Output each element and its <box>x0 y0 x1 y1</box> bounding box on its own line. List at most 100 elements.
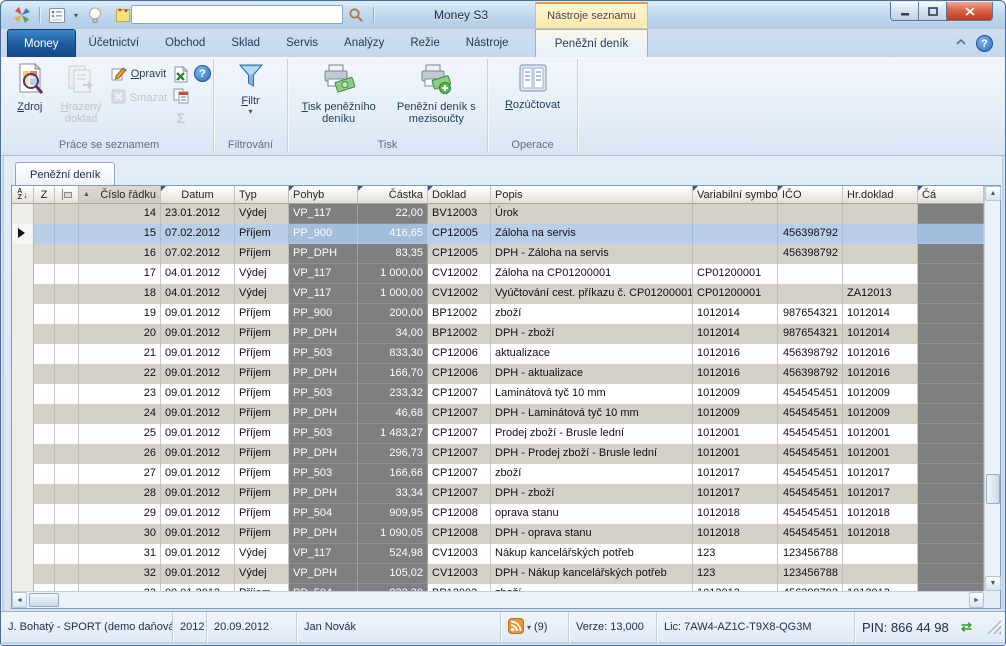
cell-sel <box>12 344 34 364</box>
tab-sklad[interactable]: Sklad <box>218 29 273 57</box>
tab-money[interactable]: Money <box>7 29 76 57</box>
cell-vs: 123 <box>693 544 778 564</box>
tab-analyzy[interactable]: Analýzy <box>331 29 397 57</box>
journal-row-22[interactable]: 22 09.01.2012 Příjem PP_DPH 166,70 CP12006 DPH… <box>12 364 984 384</box>
lightbulb-icon[interactable] <box>84 5 106 25</box>
journal-row-24[interactable]: 24 09.01.2012 Příjem PP_DPH 46,68 CP12007 DPH … <box>12 404 984 424</box>
journal-row-20[interactable]: 20 09.01.2012 Příjem PP_DPH 34,00 BP12002 DPH … <box>12 324 984 344</box>
tab-servis[interactable]: Servis <box>273 29 331 57</box>
list-settings-dropdown-icon[interactable]: ▾ <box>74 11 78 20</box>
minimize-button[interactable] <box>890 2 919 21</box>
cell-sel <box>12 564 34 584</box>
column-header-popis[interactable]: Popis <box>491 186 693 204</box>
search-icon[interactable] <box>348 7 364 26</box>
cell-sel <box>12 224 34 244</box>
column-header-hrdoklad[interactable]: Hr.doklad <box>843 186 918 204</box>
maximize-button[interactable] <box>919 2 947 21</box>
copy-special-button[interactable] <box>172 87 190 105</box>
zdroj-button[interactable]: Zdroj <box>5 61 55 137</box>
journal-row-33[interactable]: 3309.01.2012PříjemPP_504833,30BP12003zbo… <box>12 584 984 591</box>
close-button[interactable] <box>947 2 993 21</box>
journal-row-23[interactable]: 23 09.01.2012 Příjem PP_503 233,32 CP12007 Lam… <box>12 384 984 404</box>
opravit-label: Opravit <box>130 68 167 80</box>
tab-rezie[interactable]: Režie <box>397 29 452 57</box>
cell-castka: 46,68 <box>358 404 428 424</box>
column-header-ico[interactable]: IČO <box>778 186 843 204</box>
column-header-doklad[interactable]: Doklad <box>428 186 491 204</box>
cell-z <box>34 364 55 384</box>
rss-dropdown-icon[interactable]: ▾ <box>527 623 531 632</box>
journal-row-32[interactable]: 32 09.01.2012 Výdej VP_DPH 105,02 CV12003 DPH … <box>12 564 984 584</box>
journal-row-14[interactable]: 14 23.01.2012 Výdej VP_117 22,00 BV12003 Úrok <box>12 204 984 224</box>
column-header-ca[interactable]: Čá <box>918 186 984 204</box>
column-header-castka[interactable]: Částka <box>358 186 428 204</box>
status-date[interactable]: 20.09.2012 <box>207 611 297 643</box>
column-header-vs[interactable]: Variabilní symbol <box>693 186 778 204</box>
cell-ca <box>918 484 984 504</box>
opravit-button[interactable]: Opravit <box>108 65 170 83</box>
cell-doklad: CV12002 <box>428 284 491 304</box>
sync-icon[interactable]: ⇄ <box>959 612 985 643</box>
vertical-scroll-thumb[interactable] <box>986 474 1000 504</box>
tab-penezni-denik[interactable]: Peněžní deník <box>535 29 648 57</box>
tab-nastroje[interactable]: Nástroje <box>453 29 522 57</box>
ribbon-help-button[interactable]: ? <box>194 65 211 82</box>
list-tab-penezni-denik[interactable]: Peněžní deník <box>15 162 116 186</box>
journal-row-18[interactable]: 18 04.01.2012 Výdej VP_117 1 000,00 CV12002 Vy… <box>12 284 984 304</box>
hrazeny-doklad-button[interactable]: Hrazený doklad <box>55 61 108 137</box>
horizontal-scroll-thumb[interactable] <box>29 593 59 607</box>
resize-grip[interactable] <box>987 620 1001 634</box>
column-header-datum[interactable]: Datum <box>161 186 235 204</box>
tab-ucetnictvi[interactable]: Účetnictví <box>76 29 153 57</box>
current-row-indicator-icon <box>18 228 25 238</box>
journal-row-28[interactable]: 28 09.01.2012 Příjem PP_DPH 33,34 CP12007 DPH … <box>12 484 984 504</box>
status-agenda[interactable]: J. Bohatý - SPORT (demo daňová evid <box>1 611 173 643</box>
denik-mezisoucty-button[interactable]: Peněžní deník s mezisoučty <box>389 61 483 137</box>
column-label-popis: Popis <box>495 188 523 201</box>
scroll-right-icon[interactable]: ► <box>969 592 984 608</box>
journal-row-19[interactable]: 19 09.01.2012 Příjem PP_900 200,00 BP12002 zbo… <box>12 304 984 324</box>
journal-row-15[interactable]: 15 07.02.2012 Příjem PP_900 416,65 CP12005 Zál… <box>12 224 984 244</box>
money-logo-icon[interactable] <box>11 5 33 25</box>
smazat-button[interactable]: Smazat <box>108 89 170 107</box>
journal-row-26[interactable]: 26 09.01.2012 Příjem PP_DPH 296,73 CP12007 DPH… <box>12 444 984 464</box>
journal-row-27[interactable]: 27 09.01.2012 Příjem PP_503 166,66 CP12007 zbo… <box>12 464 984 484</box>
status-user[interactable]: Jan Novák <box>297 611 501 643</box>
column-header-num[interactable]: ▲ Číslo řádku <box>79 186 161 204</box>
journal-row-16[interactable]: 16 07.02.2012 Příjem PP_DPH 83,35 CP12005 DPH … <box>12 244 984 264</box>
journal-row-31[interactable]: 31 09.01.2012 Výdej VP_117 524,98 CV12003 Náku… <box>12 544 984 564</box>
scroll-left-icon[interactable]: ◄ <box>12 592 27 608</box>
tab-strip: Money Účetnictví Obchod Sklad Servis Analýzy R… <box>7 29 522 57</box>
cell-doklad: BV12003 <box>428 204 491 224</box>
vertical-scrollbar[interactable]: ▲ ▼ <box>984 186 1001 591</box>
ribbon: Zdroj Hrazený doklad Opravit Smazat Σ ? … <box>1 57 1005 156</box>
tab-obchod[interactable]: Obchod <box>152 29 218 57</box>
sum-button[interactable]: Σ <box>172 109 190 127</box>
journal-row-30[interactable]: 30 09.01.2012 Příjem PP_DPH 1 090,05 CP12008 D… <box>12 524 984 544</box>
search-input[interactable] <box>131 5 343 24</box>
filtr-button[interactable]: Filtr ▾ <box>221 61 281 137</box>
journal-row-29[interactable]: 29 09.01.2012 Příjem PP_504 909,95 CP12008 opr… <box>12 504 984 524</box>
column-header-pohyb[interactable]: Pohyb <box>289 186 358 204</box>
list-settings-icon[interactable] <box>46 5 68 25</box>
journal-row-17[interactable]: 17 04.01.2012 Výdej VP_117 1 000,00 CV12002 Zá… <box>12 264 984 284</box>
scroll-up-icon[interactable]: ▲ <box>985 186 1001 201</box>
horizontal-scrollbar[interactable]: ◄ ► <box>12 591 984 608</box>
column-header-typ[interactable]: Typ <box>235 186 289 204</box>
tisk-penezniho-deniku-button[interactable]: Tisk peněžního deníku <box>292 61 386 137</box>
journal-row-21[interactable]: 21 09.01.2012 Příjem PP_503 833,30 CP12006 akt… <box>12 344 984 364</box>
column-header-flag[interactable] <box>55 186 79 204</box>
column-header-z[interactable]: Z <box>34 186 55 204</box>
split-columns-icon <box>518 63 548 96</box>
journal-row-25[interactable]: 25 09.01.2012 Příjem PP_503 1 483,27 CP12007 P… <box>12 424 984 444</box>
status-year[interactable]: 2012 <box>173 611 207 643</box>
ribbon-collapse-icon[interactable] <box>954 36 968 51</box>
cell-doklad: CP12005 <box>428 224 491 244</box>
cell-doklad: CP12007 <box>428 444 491 464</box>
export-excel-button[interactable] <box>172 65 190 83</box>
rss-icon[interactable] <box>508 617 524 637</box>
scroll-down-icon[interactable]: ▼ <box>985 576 1001 591</box>
column-header-sel[interactable]: A Z ↓ <box>12 186 34 204</box>
help-button[interactable]: ? <box>976 35 993 52</box>
rozuctovat-button[interactable]: Rozúčtovat <box>493 61 573 137</box>
